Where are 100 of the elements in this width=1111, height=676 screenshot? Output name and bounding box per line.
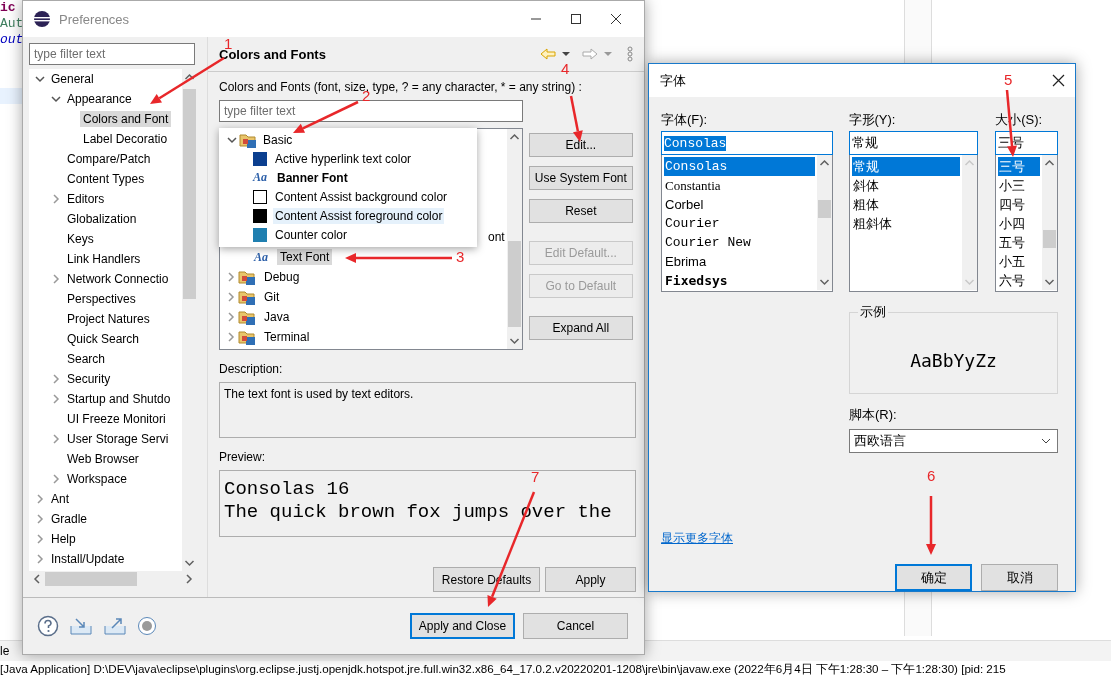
list-item[interactable]: Fixedsys [664,271,815,290]
chevron-right-icon[interactable] [226,312,236,322]
list-item[interactable]: 斜体 [851,176,961,195]
page-button[interactable]: Apply [545,567,636,592]
record-icon[interactable] [137,616,157,636]
tree-item[interactable]: Git [261,289,283,305]
list-item[interactable]: 小三 [998,176,1040,195]
list-item[interactable]: 三号 [998,157,1040,176]
help-icon[interactable] [37,615,59,637]
side-button[interactable]: Edit... [528,133,633,157]
dialog-button[interactable]: 确定 [895,564,972,591]
list-item[interactable]: 常规 [851,157,961,176]
tree-item[interactable]: Web Browser [64,451,142,467]
chevron-right-icon[interactable] [51,194,61,204]
tree-item[interactable]: Label Decoratio [80,131,171,147]
tree-item[interactable]: Keys [64,231,97,247]
tree-item[interactable]: Debug [261,269,303,285]
tree-item[interactable]: Content Types [64,171,148,187]
tree-item[interactable]: Perspectives [64,291,139,307]
tree-item[interactable]: Appearance [64,91,135,107]
tree-item[interactable]: Active hyperlink text color [273,150,414,167]
tree-item[interactable]: Colors and Font [80,111,172,127]
chevron-right-icon[interactable] [51,434,61,444]
chevron-right-icon[interactable] [226,332,236,342]
list-item[interactable]: 小四 [998,214,1040,233]
chevron-right-icon[interactable] [35,534,45,544]
more-icon[interactable] [626,46,634,62]
export-icon[interactable] [103,616,127,636]
chevron-right-icon[interactable] [226,272,236,282]
tree-item[interactable]: Globalization [64,211,140,227]
chevron-right-icon[interactable] [51,474,61,484]
tree-item[interactable]: User Storage Servi [64,431,172,447]
side-button[interactable]: Expand All [528,316,633,340]
chevron-right-icon[interactable] [35,514,45,524]
close-icon[interactable] [610,13,622,25]
side-button[interactable]: Use System Font [528,166,633,190]
list-item[interactable]: Courier [664,214,815,233]
side-button[interactable]: Reset [528,199,633,223]
chevron-right-icon[interactable] [51,394,61,404]
input-field[interactable]: 常规 [848,131,979,155]
import-icon[interactable] [69,616,93,636]
list-item[interactable]: 小五 [998,252,1040,271]
tree-item[interactable]: Ant [48,491,72,507]
tree-item[interactable]: General [48,71,97,87]
tree-item[interactable]: Editors [64,191,108,207]
list-item[interactable]: Ebrima [664,252,815,271]
chevron-right-icon[interactable] [35,554,45,564]
tree-item[interactable]: Project Natures [64,311,153,327]
dialog-button[interactable]: Apply and Close [410,613,515,639]
list-item[interactable]: 四号 [998,195,1040,214]
tree-item[interactable]: Content Assist background color [273,188,450,205]
list-item[interactable]: Consolas [664,157,815,176]
scrollbar[interactable] [506,129,522,349]
tree-item[interactable]: Workspace [64,471,130,487]
chevron-down-icon[interactable] [51,94,61,104]
dialog-button[interactable]: Cancel [523,613,628,639]
maximize-icon[interactable] [570,13,582,25]
list-item[interactable]: Corbel [664,195,815,214]
filter-field[interactable]: type filter text [29,43,195,65]
tree-item[interactable]: Content Assist foreground color [273,207,445,224]
scrollbar[interactable] [816,155,832,290]
tree-item[interactable]: Startup and Shutdo [64,391,174,407]
dialog-button[interactable]: 取消 [981,564,1058,591]
script-dropdown[interactable]: 西欧语言 [849,429,1058,453]
list-item[interactable]: Courier New [664,233,815,252]
tree-item[interactable]: Network Connectio [64,271,172,287]
more-fonts-link[interactable]: 显示更多字体 [661,530,733,547]
chevron-right-icon[interactable] [51,274,61,284]
tree-item[interactable]: Help [48,531,79,547]
tree-item[interactable]: Quick Search [64,331,143,347]
tree-item[interactable]: Security [64,371,114,387]
list-item[interactable]: 粗体 [851,195,961,214]
tree-item[interactable]: Install/Update [48,551,128,567]
tree-item[interactable]: Search [64,351,109,367]
list-item[interactable]: Constantia [664,176,815,195]
list-item[interactable]: 六号 [998,271,1040,290]
tree-item[interactable]: Link Handlers [64,251,144,267]
tree-item[interactable]: Java [261,309,293,325]
chevron-right-icon[interactable] [226,292,236,302]
chevron-right-icon[interactable] [51,374,61,384]
list-item[interactable]: 五号 [998,233,1040,252]
chevron-down-icon[interactable] [35,74,45,84]
caret-icon[interactable] [562,51,570,57]
tree-item[interactable]: Terminal [261,329,313,345]
chevron-right-icon[interactable] [35,494,45,504]
tree-item[interactable]: Counter color [273,226,350,243]
chevron-down-icon[interactable] [227,134,237,145]
tree-item[interactable]: Text Font [277,249,333,265]
back-arrow-icon[interactable] [540,48,556,60]
tree-item[interactable]: UI Freeze Monitori [64,411,169,427]
list-item[interactable]: 粗斜体 [851,214,961,233]
close-icon[interactable] [1052,74,1065,87]
tree-item[interactable]: ont [486,229,507,245]
filter-field[interactable]: type filter text [219,100,523,122]
tree-item[interactable]: Banner Font [275,169,350,186]
scrollbar[interactable] [1042,155,1057,290]
console-tab[interactable]: le [0,644,10,658]
tree-item[interactable]: Compare/Patch [64,151,154,167]
tree-item[interactable]: Gradle [48,511,91,527]
tree-item[interactable]: Basic [261,131,295,148]
